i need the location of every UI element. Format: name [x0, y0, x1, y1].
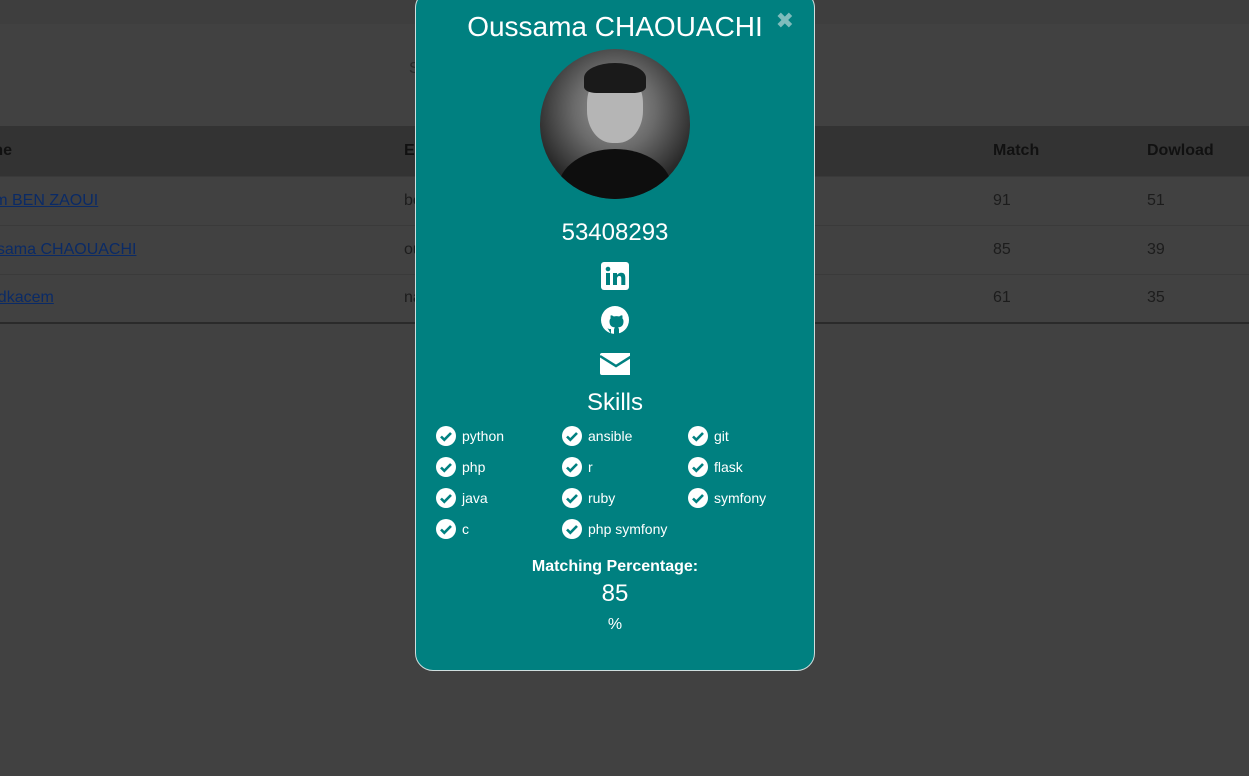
match-cell: 61: [993, 273, 1147, 324]
avatar: [540, 49, 690, 199]
skill-label: ruby: [588, 490, 616, 506]
skill-item: java: [436, 487, 562, 509]
check-circle-icon: [562, 519, 582, 539]
download-cell: 51: [1147, 175, 1249, 225]
match-cell: 91: [993, 175, 1147, 225]
skills-list: python ansible git php r flask java ruby symfony…: [436, 425, 814, 540]
close-icon[interactable]: ✖: [776, 8, 794, 34]
header-match[interactable]: Match: [993, 126, 1147, 176]
candidate-modal: ✖ Oussama CHAOUACHI 53408293 Skills pyth…: [415, 0, 815, 671]
check-circle-icon: [688, 426, 708, 446]
skill-label: c: [462, 521, 469, 537]
skill-item: python: [436, 425, 562, 447]
check-circle-icon: [562, 426, 582, 446]
skill-label: symfony: [714, 490, 767, 506]
skill-item: r: [562, 456, 688, 478]
skill-item: php symfony: [562, 518, 688, 540]
matching-percentage-unit: %: [607, 616, 623, 633]
skill-label: git: [714, 428, 729, 444]
skill-item: php: [436, 456, 562, 478]
skill-item: flask: [688, 456, 814, 478]
check-circle-icon: [436, 519, 456, 539]
skill-item: ansible: [562, 425, 688, 447]
check-circle-icon: [688, 488, 708, 508]
download-cell: 39: [1147, 224, 1249, 274]
skill-label: python: [462, 428, 505, 444]
header-download[interactable]: Dowload: [1147, 126, 1249, 176]
match-cell: 85: [993, 224, 1147, 274]
skill-label: php symfony: [588, 521, 668, 537]
candidate-name: Oussama CHAOUACHI: [467, 11, 763, 42]
skill-item: symfony: [688, 487, 814, 509]
phone-number: 53408293: [561, 219, 669, 246]
candidate-link[interactable]: rem BEN ZAOUI: [0, 192, 98, 209]
check-circle-icon: [436, 488, 456, 508]
skill-label: flask: [714, 459, 743, 475]
github-icon[interactable]: [600, 305, 630, 335]
download-cell: 35: [1147, 273, 1249, 324]
check-circle-icon: [688, 457, 708, 477]
check-circle-icon: [436, 426, 456, 446]
check-circle-icon: [562, 457, 582, 477]
matching-percentage-label: Matching Percentage:: [531, 558, 699, 575]
skill-label: java: [462, 490, 488, 506]
skill-label: php: [462, 459, 486, 475]
email-icon[interactable]: [600, 349, 630, 379]
matching-percentage-value: 85: [601, 580, 629, 607]
skill-item: ruby: [562, 487, 688, 509]
header-name[interactable]: ame: [0, 126, 404, 176]
check-circle-icon: [562, 488, 582, 508]
skill-item: git: [688, 425, 814, 447]
candidate-link[interactable]: ussama CHAOUACHI: [0, 241, 136, 258]
skill-item: c: [436, 518, 562, 540]
check-circle-icon: [436, 457, 456, 477]
skill-label: ansible: [588, 428, 633, 444]
skills-title: Skills: [586, 389, 643, 416]
skill-label: r: [588, 459, 593, 475]
candidate-link[interactable]: hedkacem: [0, 289, 54, 306]
linkedin-icon[interactable]: [600, 261, 630, 291]
